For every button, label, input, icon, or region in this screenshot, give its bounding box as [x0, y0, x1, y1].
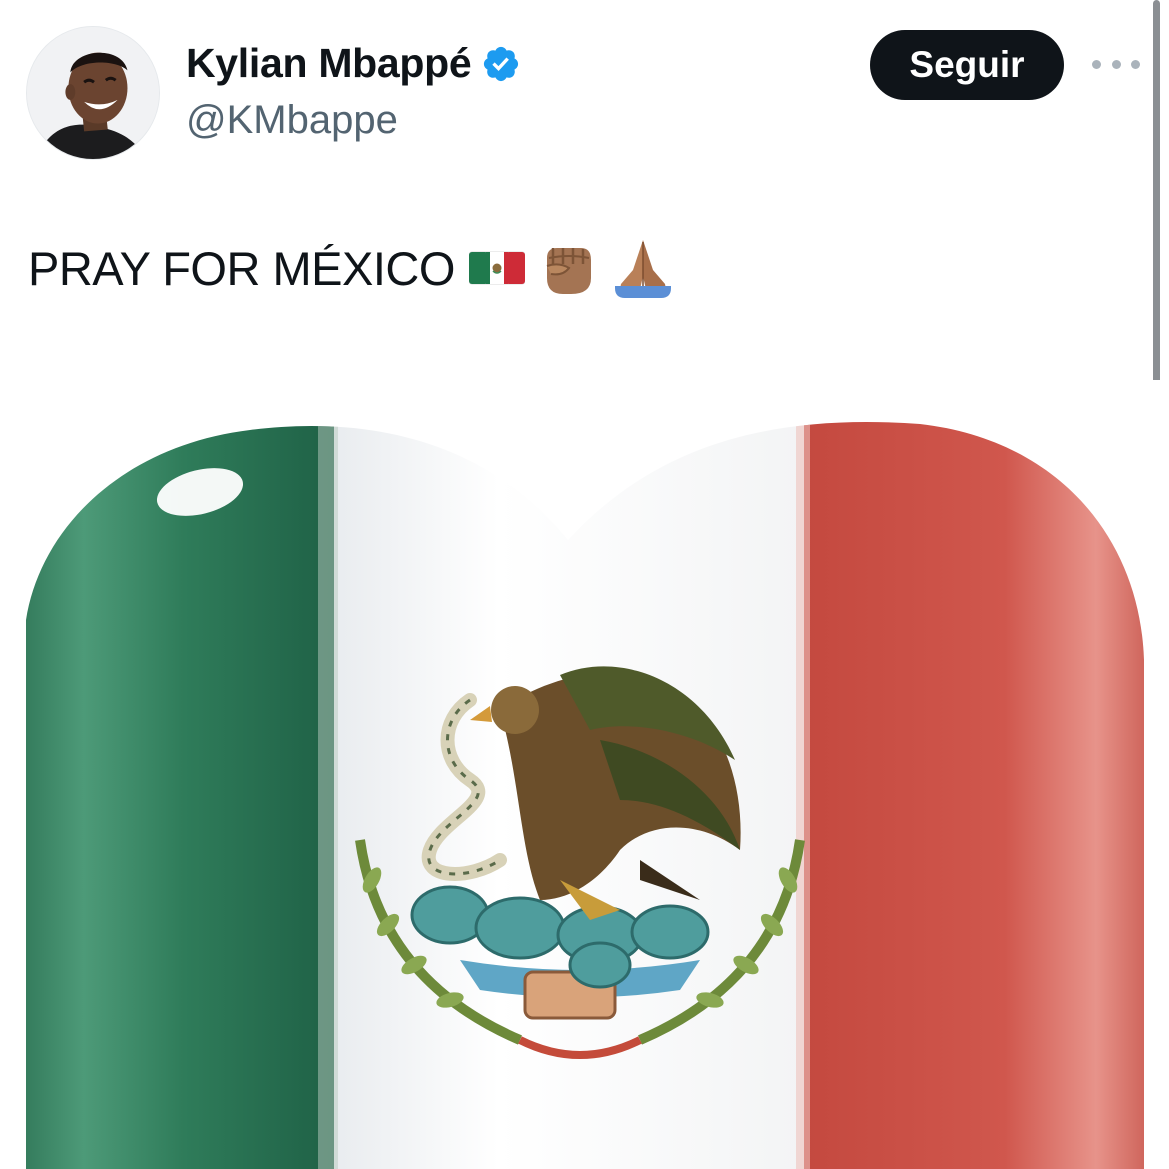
raised-fist-emoji — [539, 238, 597, 298]
mexico-flag-emoji — [468, 248, 525, 288]
avatar[interactable] — [26, 26, 160, 160]
verified-badge-icon — [481, 44, 521, 84]
avatar-image — [27, 27, 159, 159]
more-options-icon[interactable] — [1092, 52, 1140, 76]
folded-hands-emoji — [611, 236, 675, 300]
scrollbar[interactable] — [1153, 0, 1160, 442]
mexico-flag-heart-image — [0, 380, 1169, 1169]
tweet-card: Kylian Mbappé @KMbappe Seguir PRAY FOR M… — [0, 0, 1169, 1169]
follow-button[interactable]: Seguir — [870, 30, 1064, 100]
display-name[interactable]: Kylian Mbappé — [186, 40, 472, 87]
user-handle[interactable]: @KMbappe — [186, 98, 398, 143]
tweet-text: PRAY FOR MÉXICO — [28, 241, 455, 295]
tweet-text-row: PRAY FOR MÉXICO — [28, 236, 675, 300]
tweet-media[interactable] — [0, 380, 1169, 1169]
display-name-row[interactable]: Kylian Mbappé — [186, 40, 521, 87]
